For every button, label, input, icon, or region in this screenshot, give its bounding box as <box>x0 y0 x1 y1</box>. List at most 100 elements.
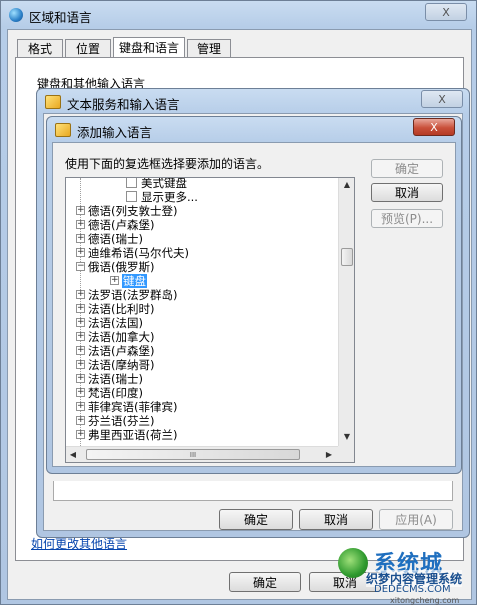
language-tree[interactable]: 美式键盘 显示更多... + 德语(列支敦士登) + 德语(卢森堡) + 德语(瑞士) + 迪维希… <box>65 177 355 463</box>
watermark: 系统城 织梦内容管理系统 DEDECMS.COM xitongcheng.com <box>330 546 477 605</box>
tree-row-label: 俄语(俄罗斯) <box>88 260 155 274</box>
region-window-title: 区域和语言 <box>29 10 92 25</box>
tree-row[interactable]: + 法语(加拿大) <box>66 330 338 344</box>
text-services-cancel-button[interactable]: 取消 <box>299 509 373 530</box>
expand-icon[interactable]: + <box>76 416 85 425</box>
checkbox[interactable] <box>126 178 137 188</box>
tree-row[interactable]: + 法语(法国) <box>66 316 338 330</box>
tree-row[interactable]: + 芬兰语(芬兰) <box>66 414 338 428</box>
scroll-corner <box>338 446 354 462</box>
collapse-icon[interactable]: − <box>76 262 85 271</box>
text-services-list-area <box>53 481 453 501</box>
tree-row[interactable]: + 菲律宾语(菲律宾) <box>66 400 338 414</box>
scroll-right-arrow-icon[interactable]: ▶ <box>324 450 334 459</box>
text-services-close-button[interactable]: X <box>421 90 463 108</box>
expand-icon[interactable]: + <box>76 388 85 397</box>
tree-row[interactable]: + 键盘 <box>66 274 338 288</box>
tree-row[interactable]: + 法罗语(法罗群岛) <box>66 288 338 302</box>
tree-row[interactable]: + 法语(摩纳哥) <box>66 358 338 372</box>
add-dialog-close-button[interactable]: X <box>413 118 455 136</box>
scroll-up-arrow-icon[interactable]: ▲ <box>339 180 354 189</box>
tree-row-label: 键盘 <box>122 274 147 288</box>
tree-row-label: 显示更多... <box>141 190 198 204</box>
tab-location[interactable]: 位置 <box>65 39 111 57</box>
add-dialog-ok-button[interactable]: 确定 <box>371 159 443 178</box>
expand-icon[interactable]: + <box>76 430 85 439</box>
tab-keyboards-languages[interactable]: 键盘和语言 <box>113 37 185 57</box>
tree-row-label: 法语(瑞士) <box>88 372 143 386</box>
expand-icon[interactable]: + <box>76 374 85 383</box>
expand-icon[interactable]: + <box>76 290 85 299</box>
add-input-language-dialog: 添加输入语言 X 使用下面的复选框选择要添加的语言。 美式键盘 显示更多... + 德… <box>46 116 462 474</box>
tab-formats[interactable]: 格式 <box>17 39 63 57</box>
expand-icon[interactable]: + <box>76 346 85 355</box>
tree-row[interactable]: − 俄语(俄罗斯) <box>66 260 338 274</box>
tree-row-label: 法罗语(法罗群岛) <box>88 288 178 302</box>
tree-row-label: 法语(法国) <box>88 316 143 330</box>
tree-row[interactable]: + 迪维希语(马尔代夫) <box>66 246 338 260</box>
expand-icon[interactable]: + <box>76 304 85 313</box>
watermark-logo-icon <box>338 548 368 578</box>
expand-icon[interactable]: + <box>110 276 119 285</box>
button-label: 取消 <box>394 186 419 200</box>
tree-row[interactable]: 美式键盘 <box>66 177 338 190</box>
watermark-url: DEDECMS.COM <box>374 584 451 595</box>
tab-administrative[interactable]: 管理 <box>187 39 231 57</box>
instruction-text: 使用下面的复选框选择要添加的语言。 <box>65 157 270 171</box>
add-dialog-cancel-button[interactable]: 取消 <box>371 183 443 202</box>
tree-vertical-scrollbar[interactable]: ▲ ▼ <box>338 178 354 446</box>
button-label: 确定 <box>252 575 277 590</box>
expand-icon[interactable]: + <box>76 402 85 411</box>
region-close-button[interactable]: X <box>425 3 467 21</box>
region-ok-button[interactable]: 确定 <box>229 572 301 592</box>
tree-row[interactable]: 显示更多... <box>66 190 338 204</box>
button-label: 应用(A) <box>395 513 437 527</box>
checkbox[interactable] <box>126 191 137 202</box>
tree-row[interactable]: + 法语(瑞士) <box>66 372 338 386</box>
add-dialog-title: 添加输入语言 <box>77 125 153 140</box>
expand-icon[interactable]: + <box>76 234 85 243</box>
keyboard-app-icon <box>55 123 71 137</box>
scroll-grip: III <box>189 451 197 459</box>
tree-row-label: 菲律宾语(菲律宾) <box>88 400 178 414</box>
text-services-apply-button[interactable]: 应用(A) <box>379 509 453 530</box>
text-services-title: 文本服务和输入语言 <box>67 97 180 112</box>
expand-icon[interactable]: + <box>76 206 85 215</box>
tree-row-label: 法语(摩纳哥) <box>88 358 155 372</box>
button-label: 确定 <box>243 513 268 527</box>
tree-row[interactable]: + 德语(卢森堡) <box>66 218 338 232</box>
scroll-down-arrow-icon[interactable]: ▼ <box>339 432 354 441</box>
scroll-left-arrow-icon[interactable]: ◀ <box>68 450 78 459</box>
tree-row[interactable]: + 法语(卢森堡) <box>66 344 338 358</box>
tree-row-label: 法语(卢森堡) <box>88 344 155 358</box>
preview-button[interactable]: 预览(P)... <box>371 209 443 228</box>
button-label: 取消 <box>323 513 348 527</box>
tree-row[interactable]: + 弗里西亚语(荷兰) <box>66 428 338 442</box>
expand-icon[interactable]: + <box>76 220 85 229</box>
scroll-thumb[interactable] <box>341 248 353 266</box>
tree-row[interactable]: + 梵语(印度) <box>66 386 338 400</box>
tree-row[interactable]: + 德语(瑞士) <box>66 232 338 246</box>
button-label: 确定 <box>394 162 419 176</box>
expand-icon[interactable]: + <box>76 318 85 327</box>
tree-row-label: 弗里西亚语(荷兰) <box>88 428 178 442</box>
tree-row[interactable]: + 法语(比利时) <box>66 302 338 316</box>
horizontal-scroll-thumb[interactable]: III <box>86 449 300 460</box>
tree-row[interactable]: + 德语(列支敦士登) <box>66 204 338 218</box>
tab-label: 格式 <box>27 42 52 56</box>
tree-row-label: 德语(瑞士) <box>88 232 143 246</box>
text-services-ok-button[interactable]: 确定 <box>219 509 293 530</box>
tree-row-label: 美式键盘 <box>141 177 187 190</box>
globe-icon <box>9 8 23 22</box>
watermark-url-small: xitongcheng.com <box>390 596 460 605</box>
tree-row-label: 法语(比利时) <box>88 302 155 316</box>
tree-horizontal-scrollbar[interactable]: ◀ III ▶ <box>66 446 338 462</box>
expand-icon[interactable]: + <box>76 248 85 257</box>
tab-label: 键盘和语言 <box>118 41 179 55</box>
expand-icon[interactable]: + <box>76 360 85 369</box>
tree-rows: 美式键盘 显示更多... + 德语(列支敦士登) + 德语(卢森堡) + 德语(瑞士) + 迪维希… <box>66 178 338 446</box>
close-icon: X <box>442 5 450 19</box>
tree-row-label: 德语(卢森堡) <box>88 218 155 232</box>
expand-icon[interactable]: + <box>76 332 85 341</box>
tab-label: 位置 <box>75 42 100 56</box>
